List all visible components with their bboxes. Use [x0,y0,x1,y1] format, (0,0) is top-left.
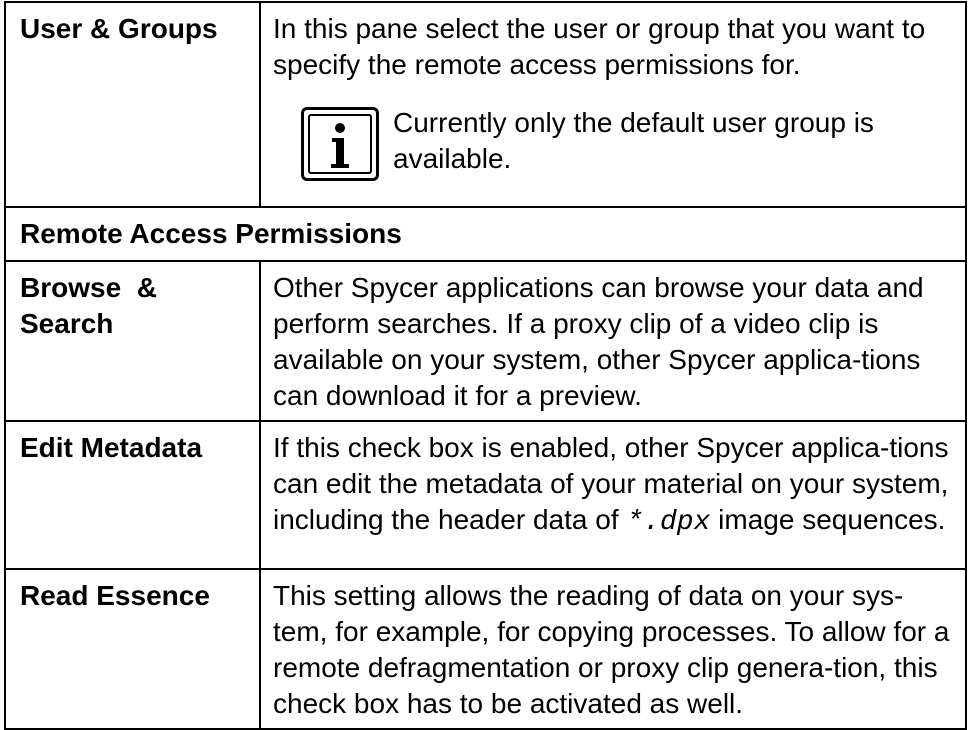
term-edit-metadata: Edit Metadata [20,432,203,463]
term-browse-search-line1: Browse & [20,272,157,303]
description-browse-search: Other Spycer applications can browse you… [273,272,924,411]
term-cell: User & Groups [4,1,261,208]
info-icon [301,107,379,181]
description-edit-metadata: If this check box is enabled, other Spyc… [261,422,965,547]
description-user-groups: In this pane select the user or group th… [273,13,926,80]
term-cell: Read Essence [4,568,261,730]
term-cell: Edit Metadata [4,420,261,570]
table-row: Browse & Search Other Spycer application… [4,260,967,422]
description-edit-metadata-tail: image sequences. [710,504,946,535]
section-header-cell: Remote Access Permissions [4,206,967,262]
description-cell: In this pane select the user or group th… [259,1,967,208]
info-note-text: Currently only the default user group is… [393,107,874,174]
description-cell: If this check box is enabled, other Spyc… [259,420,967,570]
term-user-groups: User & Groups [20,13,218,44]
term-browse-search-line2: Search [20,308,114,339]
description-cell: Other Spycer applications can browse you… [259,260,967,422]
term-cell: Browse & Search [4,260,261,422]
description-cell: This setting allows the reading of data … [259,568,967,730]
table-row: Read Essence This setting allows the rea… [4,568,967,730]
file-extension-code: *.dpx [626,507,711,538]
term-read-essence: Read Essence [20,580,210,611]
info-note: Currently only the default user group is… [301,101,957,181]
section-header: Remote Access Permissions [20,218,402,249]
description-read-essence: This setting allows the reading of data … [273,580,950,719]
table-row: Edit Metadata If this check box is enabl… [4,420,967,570]
remote-access-permissions-table: User & Groups In this pane select the us… [4,1,967,730]
term-browse-search: Browse & Search [6,262,259,342]
table-row: Remote Access Permissions [4,206,967,262]
table-row: User & Groups In this pane select the us… [4,1,967,208]
